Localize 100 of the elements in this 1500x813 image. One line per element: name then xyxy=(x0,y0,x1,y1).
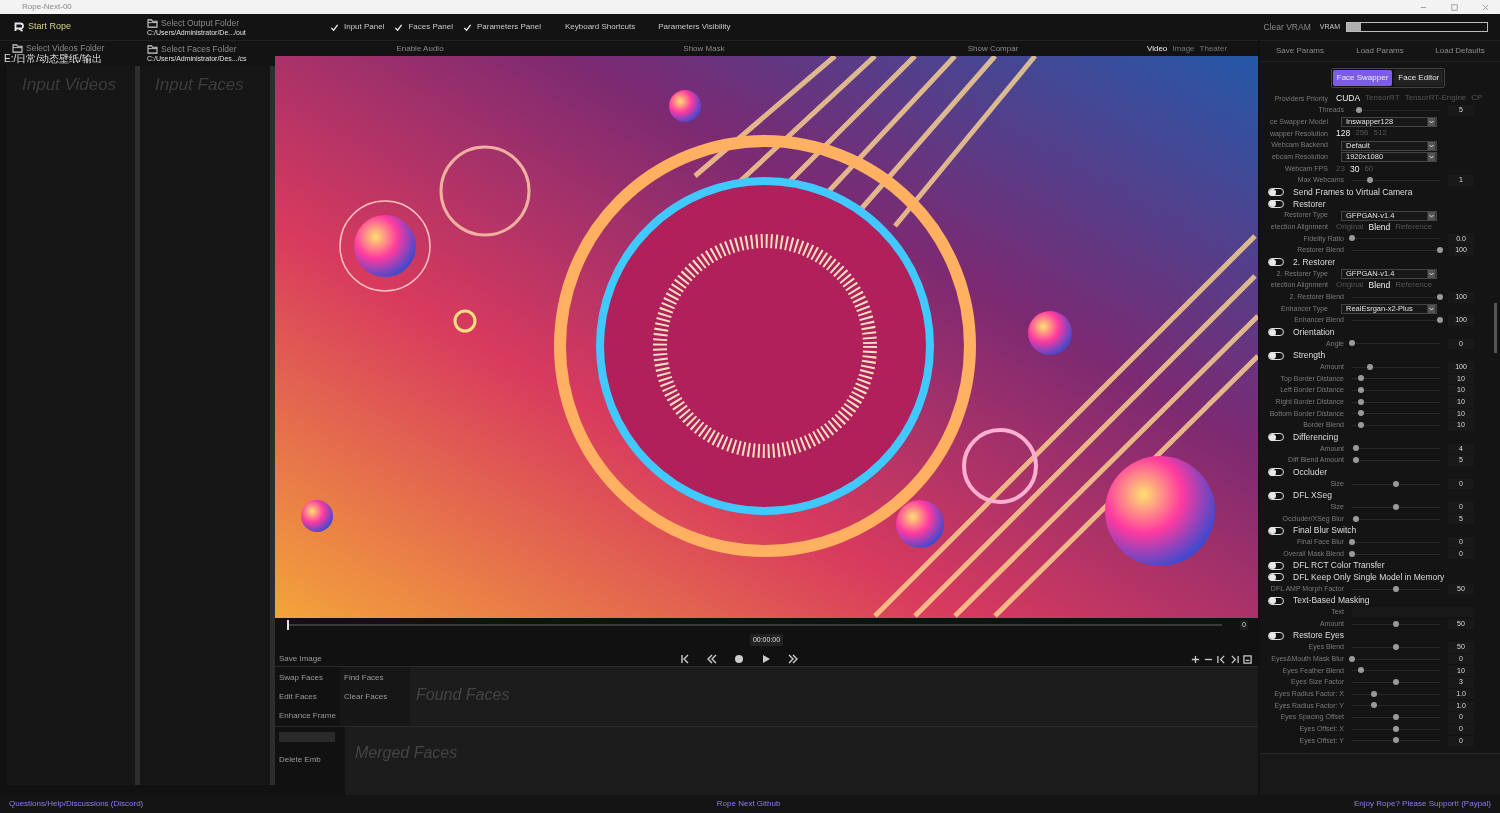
start-button[interactable]: Start Rope xyxy=(28,20,72,34)
slider-thumb[interactable] xyxy=(1371,702,1377,709)
toggle-switch[interactable] xyxy=(1268,433,1284,442)
toggle-label: Final Blur Switch xyxy=(1293,524,1357,538)
slider-thumb[interactable] xyxy=(1357,410,1364,417)
menu-button[interactable]: Parameters Visibility xyxy=(658,21,731,33)
toggle-switch[interactable] xyxy=(1268,258,1284,267)
toggle-switch[interactable] xyxy=(1268,561,1284,570)
slider-thumb[interactable] xyxy=(1357,387,1364,394)
folder-button[interactable]: Select Videos Folder xyxy=(26,43,105,53)
delete-emb-button[interactable]: Delete Emb xyxy=(279,754,345,766)
slider-thumb[interactable] xyxy=(1437,317,1443,324)
github-link[interactable]: Rope Next Github xyxy=(716,798,781,810)
toggle-switch[interactable] xyxy=(1268,631,1284,640)
slider-thumb[interactable] xyxy=(1349,340,1355,347)
param-tab[interactable]: Face Swapper xyxy=(1332,69,1393,86)
next-marker-icon[interactable] xyxy=(1230,655,1239,664)
option[interactable]: CUDA xyxy=(1336,92,1361,106)
toggle-switch[interactable] xyxy=(1268,468,1284,477)
record-icon[interactable] xyxy=(734,654,744,664)
slider-thumb[interactable] xyxy=(1393,480,1399,487)
slider-thumb[interactable] xyxy=(1437,293,1443,300)
param-button[interactable]: Save Params xyxy=(1260,45,1340,57)
mode-tab[interactable]: Image xyxy=(1172,42,1195,55)
param-button[interactable]: Load Params xyxy=(1340,45,1420,57)
first-frame-icon[interactable] xyxy=(680,654,690,664)
toggle-switch[interactable] xyxy=(1268,328,1284,337)
slider-thumb[interactable] xyxy=(1357,375,1364,382)
timeline-handle[interactable] xyxy=(287,620,289,630)
slider-thumb[interactable] xyxy=(1371,690,1377,697)
action-button[interactable]: Swap Faces xyxy=(279,672,340,684)
checkbox[interactable] xyxy=(462,22,472,32)
slider-thumb[interactable] xyxy=(1357,667,1364,674)
save-image-button[interactable]: Save Image xyxy=(275,653,322,666)
input-field[interactable] xyxy=(279,732,335,742)
scrollbar[interactable] xyxy=(270,66,275,785)
toggle-label: 2. Restorer xyxy=(1293,255,1336,269)
slider-thumb[interactable] xyxy=(1353,515,1360,522)
option[interactable]: Blend xyxy=(1368,220,1391,234)
slider-thumb[interactable] xyxy=(1393,678,1399,685)
clear-vram-button[interactable]: Clear VRAM xyxy=(1263,20,1311,34)
slider-thumb[interactable] xyxy=(1393,643,1399,650)
option[interactable]: 128 xyxy=(1336,127,1351,141)
slider-thumb[interactable] xyxy=(1349,655,1355,662)
toggle-switch[interactable] xyxy=(1268,351,1284,360)
mode-tab[interactable]: Video xyxy=(1147,42,1168,55)
slider-thumb[interactable] xyxy=(1393,585,1399,592)
slider-thumb[interactable] xyxy=(1357,398,1364,405)
param-tab[interactable]: Face Editor xyxy=(1394,69,1444,86)
toggle-label: Send Frames to Virtual Camera xyxy=(1293,185,1413,199)
slider-thumb[interactable] xyxy=(1353,457,1360,464)
caret-icon xyxy=(1427,304,1436,313)
option[interactable]: 30 xyxy=(1349,162,1360,176)
slider-thumb[interactable] xyxy=(1393,725,1399,732)
rewind-icon[interactable] xyxy=(707,654,717,664)
toggle-switch[interactable] xyxy=(1268,199,1284,208)
action-button[interactable]: Edit Faces xyxy=(279,691,340,703)
scrollbar[interactable] xyxy=(1494,303,1497,353)
scrollbar[interactable] xyxy=(135,66,140,785)
toggle-button[interactable]: Show Compar xyxy=(843,42,1143,55)
slider-thumb[interactable] xyxy=(1357,422,1364,429)
slider-thumb[interactable] xyxy=(1349,235,1355,242)
save-icon[interactable] xyxy=(1243,655,1252,664)
previous-marker-icon[interactable] xyxy=(1217,655,1226,664)
slider-thumb[interactable] xyxy=(1437,247,1443,254)
fast-forward-icon[interactable] xyxy=(788,654,798,664)
play-icon[interactable] xyxy=(761,654,771,664)
action-button[interactable]: Clear Faces xyxy=(344,691,410,703)
caret-icon xyxy=(1427,141,1436,150)
menu-button[interactable]: Keyboard Shortcuts xyxy=(565,21,636,33)
slider-thumb[interactable] xyxy=(1349,538,1355,545)
param-button[interactable]: Load Defaults xyxy=(1420,45,1500,57)
checkbox[interactable] xyxy=(330,22,339,32)
action-button[interactable]: Find Faces xyxy=(344,672,410,684)
slider-thumb[interactable] xyxy=(1366,177,1373,184)
toggle-switch[interactable] xyxy=(1268,491,1284,500)
folder-button[interactable]: Select Faces Folder xyxy=(161,45,237,54)
slider-thumb[interactable] xyxy=(1349,550,1355,557)
action-button[interactable]: Enhance Frame xyxy=(279,710,340,722)
toggle-switch[interactable] xyxy=(1268,573,1284,582)
slider-thumb[interactable] xyxy=(1366,363,1373,370)
mode-tab[interactable]: Theater xyxy=(1199,42,1228,55)
folder-button[interactable]: Select Output Folder xyxy=(161,18,239,28)
checkbox[interactable] xyxy=(394,22,404,32)
option[interactable]: Blend xyxy=(1368,279,1391,292)
toggle-button[interactable]: Enable Audio xyxy=(275,42,565,55)
toggle-button[interactable]: Show Mask xyxy=(565,42,843,55)
slider-thumb[interactable] xyxy=(1393,620,1399,627)
slider-thumb[interactable] xyxy=(1393,713,1399,720)
slider-thumb[interactable] xyxy=(1356,107,1363,113)
slider-thumb[interactable] xyxy=(1393,503,1399,510)
toggle-switch[interactable] xyxy=(1268,526,1284,535)
slider-thumb[interactable] xyxy=(1393,737,1399,744)
toggle-label: Text-Based Masking xyxy=(1293,594,1370,608)
toggle-switch[interactable] xyxy=(1268,596,1284,605)
zoom-in-icon[interactable] xyxy=(1191,655,1200,664)
paypal-link[interactable]: Enjoy Rope? Please Support! (Paypal) xyxy=(1354,798,1491,810)
discord-link[interactable]: Questions/Help/Discussions (Discord) xyxy=(9,798,144,810)
toggle-switch[interactable] xyxy=(1268,188,1284,197)
slider-thumb[interactable] xyxy=(1353,445,1360,452)
